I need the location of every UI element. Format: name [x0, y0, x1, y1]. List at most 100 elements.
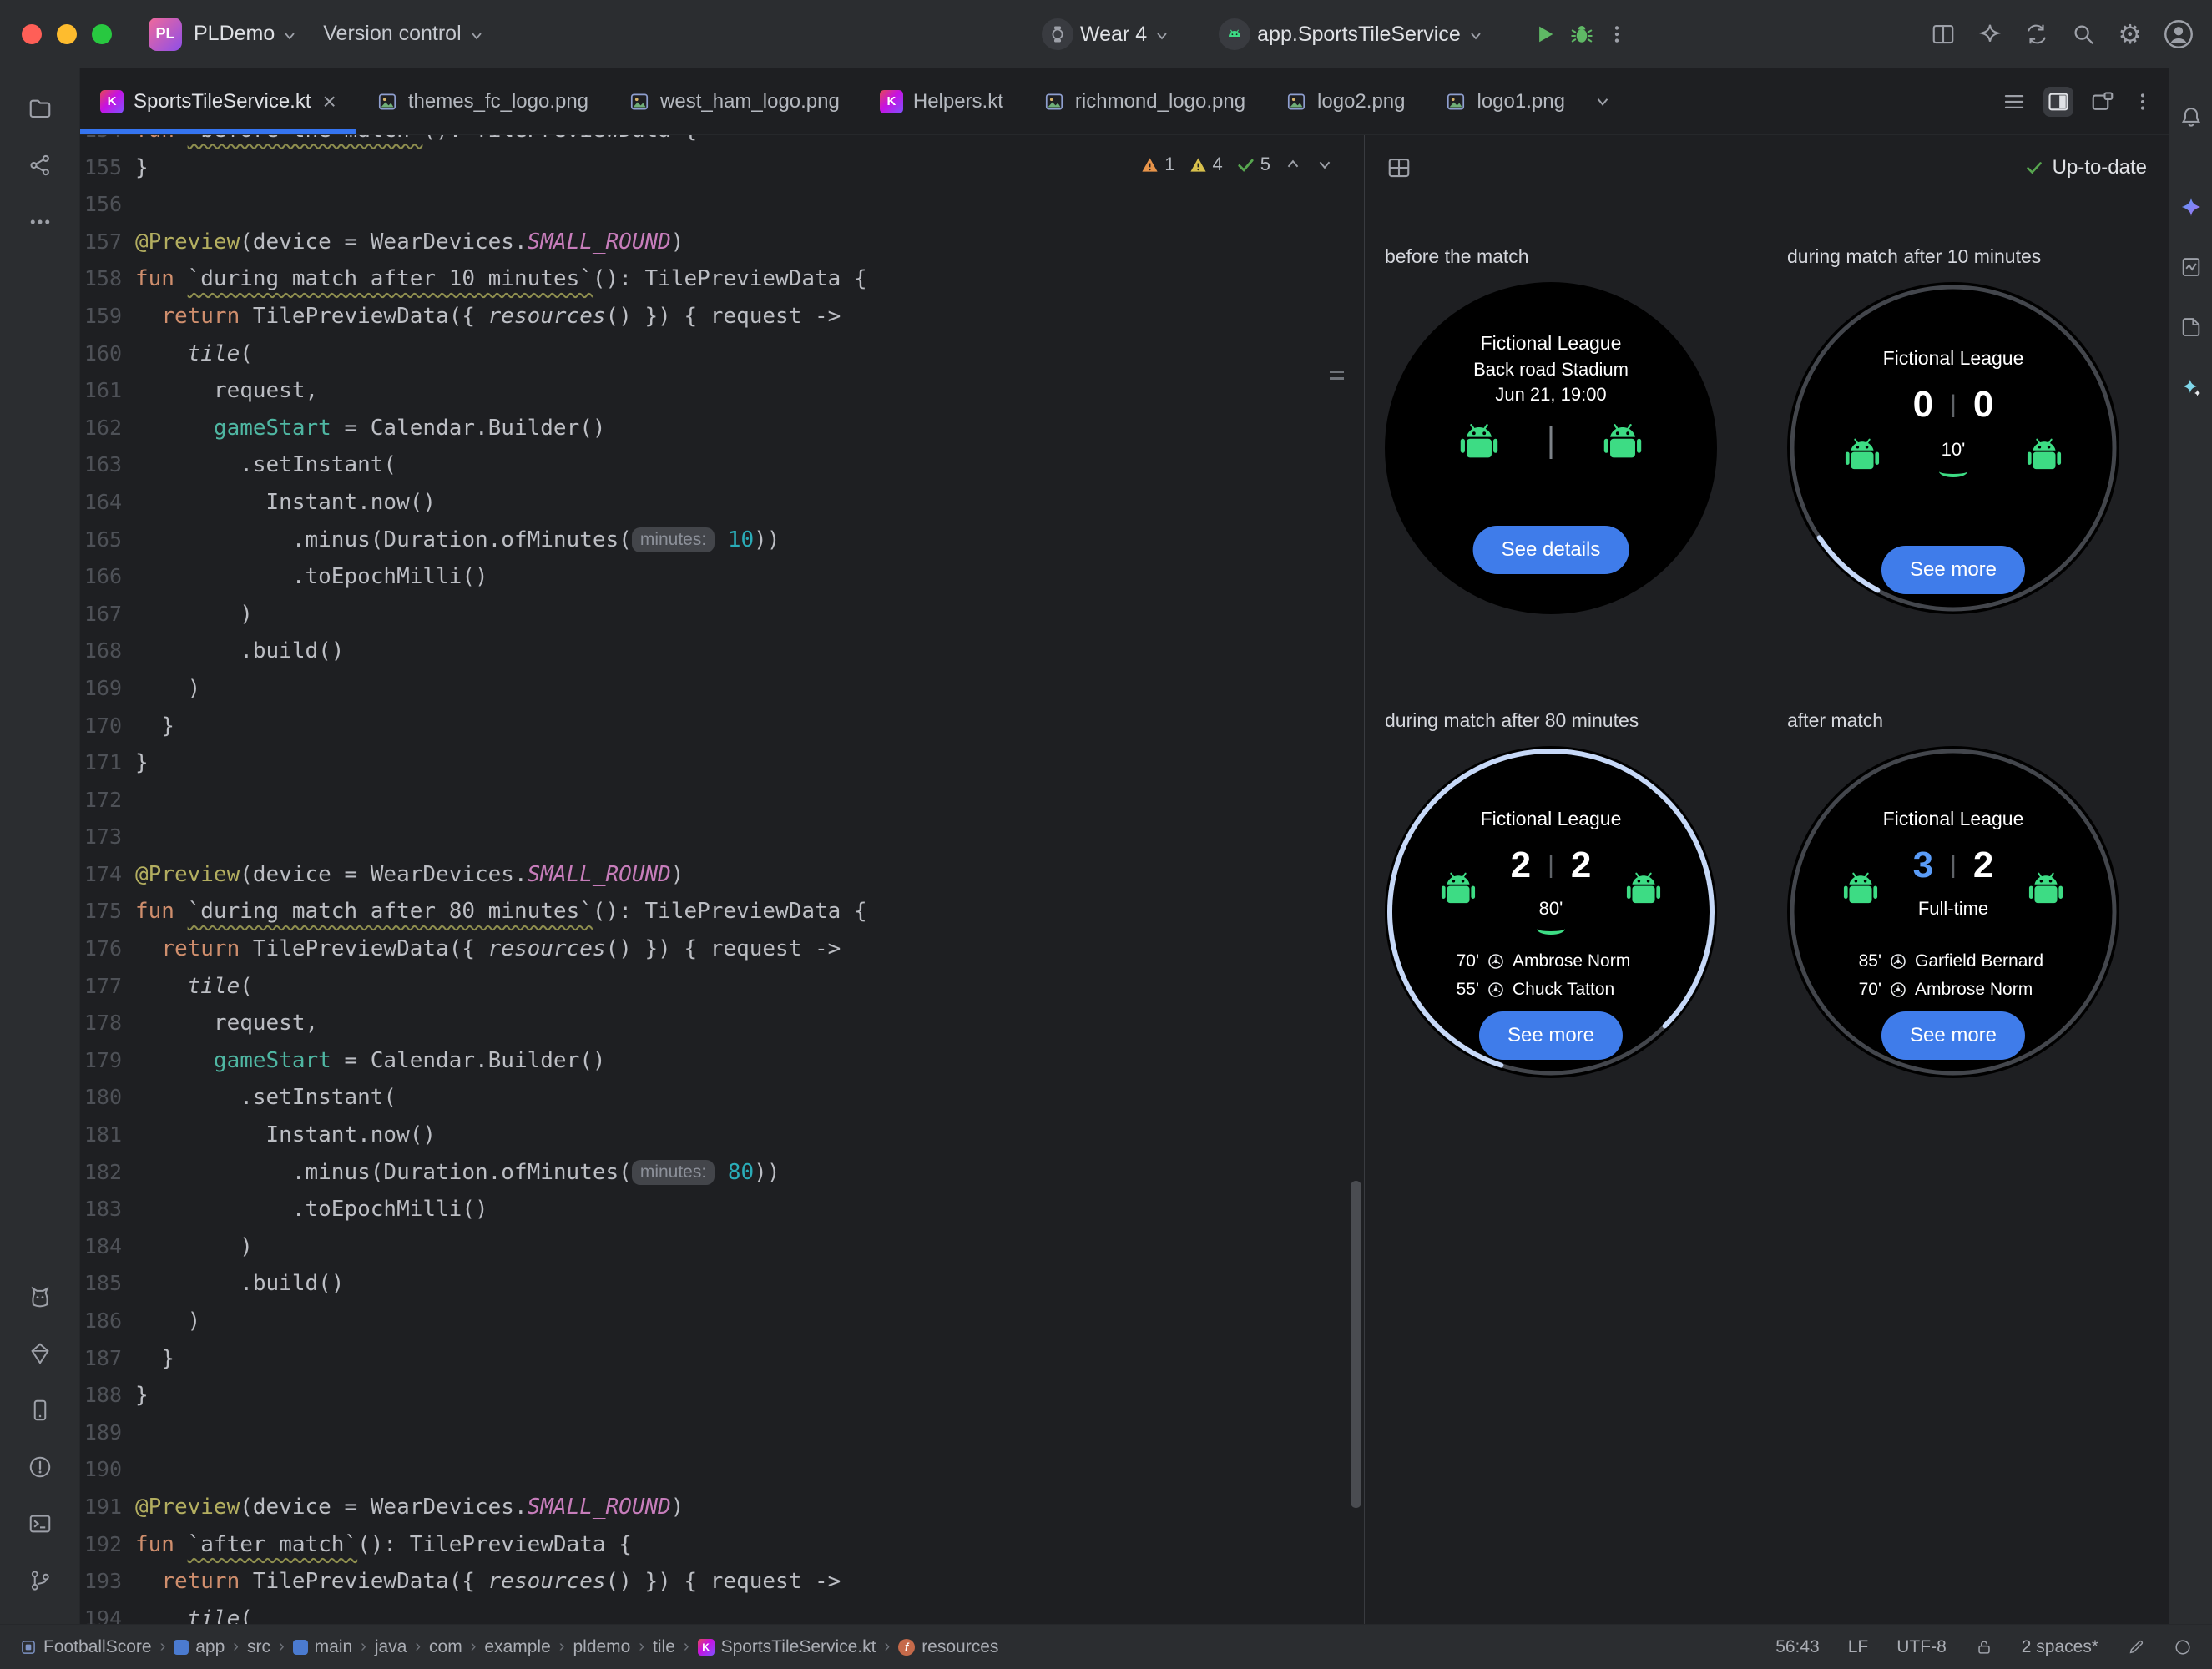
logcat-icon[interactable] [17, 1273, 63, 1320]
breadcrumb-com[interactable]: com [429, 1637, 462, 1657]
minimize-window-button[interactable] [57, 23, 77, 44]
line-number[interactable]: 188 [80, 1377, 122, 1414]
code-line[interactable]: 186 ) [80, 1303, 1364, 1340]
line-number[interactable]: 193 [80, 1563, 122, 1601]
vcs-share-icon[interactable] [17, 142, 63, 189]
code-line[interactable]: 194 tile( [80, 1601, 1364, 1624]
preview-tile-during-80[interactable]: during match after 80 minutes Fictional … [1385, 709, 1719, 1078]
background-tasks-icon[interactable] [2174, 1638, 2192, 1656]
line-number[interactable]: 172 [80, 782, 122, 819]
code-line[interactable]: 157 @Preview(device = WearDevices.SMALL_R… [80, 224, 1364, 261]
close-window-button[interactable] [22, 23, 42, 44]
tab-richmond-logo-png[interactable]: richmond_logo.png [1023, 68, 1265, 134]
sync-icon[interactable] [2024, 22, 2049, 47]
file-encoding[interactable]: UTF-8 [1896, 1637, 1947, 1657]
line-number[interactable]: 163 [80, 446, 122, 484]
code-line[interactable]: 170 } [80, 708, 1364, 745]
code-line[interactable]: 173 [80, 819, 1364, 856]
code-line[interactable]: 154 fun `before the match`(): TilePreview… [80, 135, 1364, 149]
device-explorer-icon[interactable] [2173, 309, 2209, 345]
code-line[interactable]: 165 .minus(Duration.ofMinutes(minutes: 1… [80, 522, 1364, 559]
project-folder-icon[interactable] [17, 85, 63, 132]
editor-scrollbar[interactable] [1351, 1181, 1361, 1508]
code-line[interactable]: 168 .build() [80, 633, 1364, 670]
profiler-icon[interactable] [2173, 249, 2209, 285]
line-number[interactable]: 170 [80, 708, 122, 745]
code-line[interactable]: 162 gameStart = Calendar.Builder() [80, 410, 1364, 447]
breadcrumb-project[interactable]: FootballScore [20, 1637, 152, 1657]
code-line[interactable]: 159 return TilePreviewData({ resources()… [80, 298, 1364, 335]
code-line[interactable]: 191 @Preview(device = WearDevices.SMALL_R… [80, 1489, 1364, 1526]
hidden-tabs-chevron-icon[interactable] [1585, 68, 1620, 134]
line-number[interactable]: 181 [80, 1117, 122, 1154]
more-actions-kebab-icon[interactable] [1606, 23, 1628, 45]
code-line[interactable]: 187 } [80, 1340, 1364, 1378]
line-number[interactable]: 183 [80, 1191, 122, 1228]
code-line[interactable]: 156 [80, 186, 1364, 224]
line-number[interactable]: 156 [80, 186, 122, 224]
line-number[interactable]: 182 [80, 1154, 122, 1192]
avatar[interactable] [2164, 19, 2194, 49]
gemini-icon[interactable] [2173, 189, 2209, 225]
close-tab-icon[interactable]: × [323, 89, 336, 113]
maximize-window-button[interactable] [92, 23, 112, 44]
device-selector[interactable]: Wear 4 [1042, 18, 1170, 50]
code-editor[interactable]: 154fun `before the match`(): TilePreview… [80, 135, 1364, 1624]
caret-position[interactable]: 56:43 [1775, 1637, 1820, 1657]
warning-badge[interactable]: 4 [1189, 154, 1223, 175]
app-quality-insights-icon[interactable] [17, 1330, 63, 1377]
line-number[interactable]: 162 [80, 410, 122, 447]
line-number[interactable]: 180 [80, 1079, 122, 1117]
tab-sportstileservice-kt[interactable]: K SportsTileService.kt × [80, 68, 356, 134]
code-line[interactable]: 179 gameStart = Calendar.Builder() [80, 1042, 1364, 1080]
line-number[interactable]: 186 [80, 1303, 122, 1340]
line-number[interactable]: 176 [80, 930, 122, 968]
passed-badge[interactable]: 5 [1236, 154, 1270, 175]
git-branch-icon[interactable] [17, 1557, 63, 1604]
prev-problem-chevron-icon[interactable] [1284, 155, 1302, 174]
preview-tile-before-match[interactable]: before the match Fictional League Back r… [1385, 245, 1719, 614]
error-badge[interactable]: 1 [1140, 154, 1175, 175]
line-number[interactable]: 158 [80, 260, 122, 298]
ai-assistant-icon[interactable] [1977, 22, 2002, 47]
code-line[interactable]: 192 fun `after match`(): TilePreviewData … [80, 1526, 1364, 1564]
code-line[interactable]: 175 fun `during match after 80 minutes`()… [80, 893, 1364, 930]
line-number[interactable]: 189 [80, 1414, 122, 1452]
line-number[interactable]: 154 [80, 135, 122, 149]
edit-pen-icon[interactable] [2127, 1638, 2145, 1656]
line-number[interactable]: 178 [80, 1005, 122, 1042]
tab-options-kebab-icon[interactable] [2132, 91, 2154, 113]
breadcrumb-module[interactable]: app [174, 1637, 225, 1657]
code-line[interactable]: 161 request, [80, 372, 1364, 410]
breadcrumb-file[interactable]: K SportsTileService.kt [697, 1637, 876, 1657]
code-line[interactable]: 183 .toEpochMilli() [80, 1191, 1364, 1228]
readonly-lock-icon[interactable] [1975, 1638, 1993, 1656]
preview-grid-icon[interactable] [1386, 155, 1412, 180]
line-number[interactable]: 168 [80, 633, 122, 670]
line-number[interactable]: 191 [80, 1489, 122, 1526]
running-devices-icon[interactable] [17, 1387, 63, 1434]
breadcrumb-function[interactable]: f resources [898, 1637, 998, 1657]
editor-list-icon[interactable] [2002, 89, 2027, 114]
code-line[interactable]: 163 .setInstant( [80, 446, 1364, 484]
tab-helpers-kt[interactable]: K Helpers.kt [860, 68, 1023, 134]
line-number[interactable]: 194 [80, 1601, 122, 1624]
line-number[interactable]: 161 [80, 372, 122, 410]
code-line[interactable]: 160 tile( [80, 335, 1364, 373]
line-number[interactable]: 177 [80, 968, 122, 1006]
code-line[interactable]: 174 @Preview(device = WearDevices.SMALL_R… [80, 856, 1364, 894]
line-number[interactable]: 190 [80, 1451, 122, 1489]
line-number[interactable]: 164 [80, 484, 122, 522]
code-line[interactable]: 171} [80, 744, 1364, 782]
code-line[interactable]: 190 [80, 1451, 1364, 1489]
code-line[interactable]: 185 .build() [80, 1265, 1364, 1303]
indent-setting[interactable]: 2 spaces* [2022, 1637, 2098, 1657]
debug-button[interactable] [1569, 22, 1594, 47]
vcs-menu[interactable]: Version control [323, 22, 484, 46]
line-number[interactable]: 157 [80, 224, 122, 261]
preview-tile-after-match[interactable]: after match Fictional League 3 | 2 Full-ti… [1787, 709, 2121, 1078]
breadcrumb-main[interactable]: main [292, 1637, 352, 1657]
line-number[interactable]: 155 [80, 149, 122, 187]
code-line[interactable]: 164 Instant.now() [80, 484, 1364, 522]
code-line[interactable]: 189 [80, 1414, 1364, 1452]
